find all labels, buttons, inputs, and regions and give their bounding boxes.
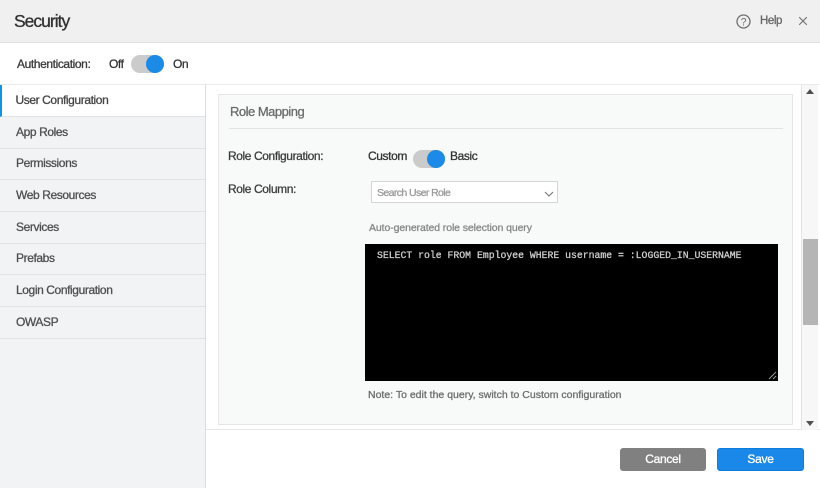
svg-text:?: ? bbox=[741, 16, 747, 28]
